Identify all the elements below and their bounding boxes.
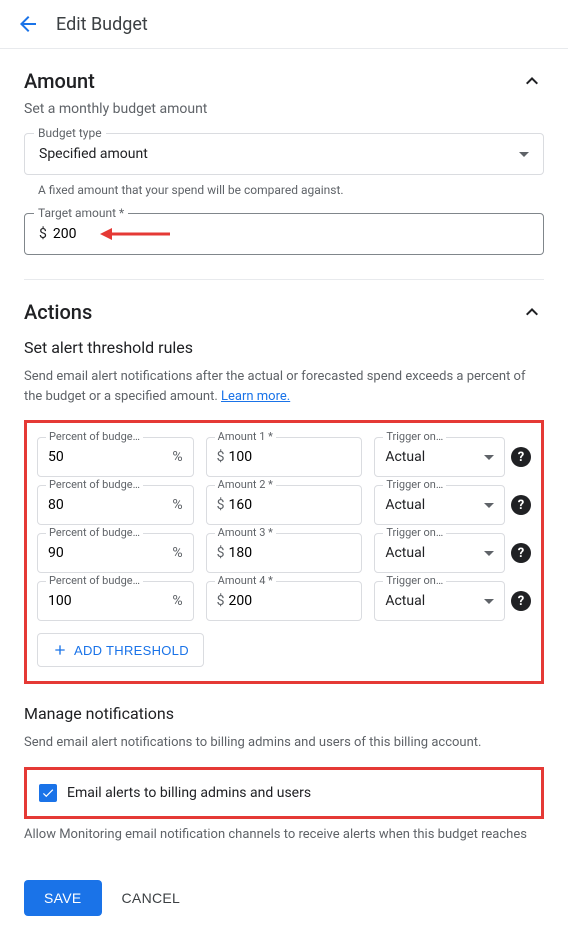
help-icon[interactable]: ? bbox=[511, 495, 531, 515]
currency-prefix: $ bbox=[217, 449, 225, 465]
help-icon[interactable]: ? bbox=[511, 543, 531, 563]
footer-actions: SAVE CANCEL bbox=[0, 864, 568, 932]
chevron-up-icon[interactable] bbox=[520, 69, 544, 93]
trigger-label: Trigger on… bbox=[383, 574, 446, 587]
currency-prefix: $ bbox=[217, 545, 225, 561]
save-button[interactable]: SAVE bbox=[24, 880, 102, 916]
trigger-label: Trigger on… bbox=[383, 430, 446, 443]
target-amount-input[interactable] bbox=[53, 226, 529, 242]
budget-type-helper: A fixed amount that your spend will be c… bbox=[24, 183, 544, 197]
budget-type-value: Specified amount bbox=[39, 146, 148, 162]
amount-subtitle: Set a monthly budget amount bbox=[24, 101, 544, 117]
threshold-grid: Percent of budge… % Amount 1 * $ Trigger … bbox=[37, 437, 531, 621]
percent-suffix: % bbox=[172, 449, 182, 465]
trigger-select[interactable]: Actual bbox=[374, 581, 505, 621]
amount-label: Amount 2 * bbox=[215, 478, 276, 491]
page-header: Edit Budget bbox=[0, 0, 568, 49]
percent-label: Percent of budge… bbox=[46, 526, 143, 539]
budget-type-field[interactable]: Budget type Specified amount bbox=[24, 133, 544, 175]
percent-field[interactable]: Percent of budge… % bbox=[37, 485, 194, 525]
email-alerts-checkbox-row[interactable]: Email alerts to billing admins and users bbox=[33, 774, 535, 812]
amount-label: Amount 4 * bbox=[215, 574, 276, 587]
amount-field[interactable]: Amount 4 * $ bbox=[206, 581, 363, 621]
page-title: Edit Budget bbox=[56, 14, 148, 35]
percent-suffix: % bbox=[172, 545, 182, 561]
back-arrow-icon[interactable] bbox=[16, 12, 40, 36]
trigger-label: Trigger on… bbox=[383, 478, 446, 491]
trigger-cell: Trigger on… Actual ? bbox=[374, 533, 531, 573]
trigger-cell: Trigger on… Actual ? bbox=[374, 581, 531, 621]
amount-title: Amount bbox=[24, 69, 95, 93]
amount-field[interactable]: Amount 3 * $ bbox=[206, 533, 363, 573]
percent-input[interactable] bbox=[48, 545, 168, 561]
percent-suffix: % bbox=[172, 593, 182, 609]
trigger-select[interactable]: Actual bbox=[374, 437, 505, 477]
email-checkbox-annotation-box: Email alerts to billing admins and users bbox=[24, 767, 544, 819]
email-alerts-checkbox[interactable] bbox=[39, 784, 57, 802]
amount-input[interactable] bbox=[229, 545, 352, 561]
trigger-cell: Trigger on… Actual ? bbox=[374, 485, 531, 525]
amount-field[interactable]: Amount 2 * $ bbox=[206, 485, 363, 525]
percent-label: Percent of budge… bbox=[46, 430, 143, 443]
add-threshold-button[interactable]: ADD THRESHOLD bbox=[37, 633, 204, 667]
amount-section-header: Amount bbox=[24, 69, 544, 93]
plus-icon bbox=[52, 642, 68, 658]
currency-prefix: $ bbox=[217, 593, 225, 609]
percent-label: Percent of budge… bbox=[46, 478, 143, 491]
trigger-select[interactable]: Actual bbox=[374, 485, 505, 525]
percent-label: Percent of budge… bbox=[46, 574, 143, 587]
help-icon[interactable]: ? bbox=[511, 447, 531, 467]
amount-label: Amount 1 * bbox=[215, 430, 276, 443]
amount-input[interactable] bbox=[229, 593, 352, 609]
dropdown-caret-icon bbox=[484, 551, 494, 556]
amount-input[interactable] bbox=[229, 449, 352, 465]
target-amount-field[interactable]: Target amount * $ bbox=[24, 213, 544, 255]
threshold-rules-annotation-box: Percent of budge… % Amount 1 * $ Trigger … bbox=[24, 420, 544, 684]
amount-label: Amount 3 * bbox=[215, 526, 276, 539]
target-amount-label: Target amount * bbox=[34, 206, 128, 220]
threshold-title: Set alert threshold rules bbox=[24, 338, 544, 357]
amount-input[interactable] bbox=[229, 497, 352, 513]
percent-field[interactable]: Percent of budge… % bbox=[37, 533, 194, 573]
chevron-up-icon[interactable] bbox=[520, 300, 544, 324]
cancel-button[interactable]: CANCEL bbox=[122, 890, 181, 906]
actions-title: Actions bbox=[24, 300, 92, 324]
trigger-label: Trigger on… bbox=[383, 526, 446, 539]
budget-type-label: Budget type bbox=[34, 126, 106, 140]
learn-more-link[interactable]: Learn more. bbox=[221, 389, 290, 404]
trigger-select[interactable]: Actual bbox=[374, 533, 505, 573]
actions-section-header: Actions bbox=[24, 300, 544, 324]
checkmark-icon bbox=[41, 786, 55, 800]
percent-input[interactable] bbox=[48, 497, 168, 513]
percent-input[interactable] bbox=[48, 449, 168, 465]
help-icon[interactable]: ? bbox=[511, 591, 531, 611]
percent-suffix: % bbox=[172, 497, 182, 513]
dropdown-caret-icon bbox=[484, 455, 494, 460]
email-alerts-label: Email alerts to billing admins and users bbox=[67, 785, 311, 801]
dropdown-caret-icon bbox=[519, 152, 529, 157]
manage-notifications-title: Manage notifications bbox=[24, 704, 544, 723]
dropdown-caret-icon bbox=[484, 503, 494, 508]
percent-field[interactable]: Percent of budge… % bbox=[37, 581, 194, 621]
dropdown-caret-icon bbox=[484, 599, 494, 604]
currency-prefix: $ bbox=[39, 226, 47, 242]
percent-input[interactable] bbox=[48, 593, 168, 609]
monitoring-desc: Allow Monitoring email notification chan… bbox=[24, 825, 544, 845]
trigger-cell: Trigger on… Actual ? bbox=[374, 437, 531, 477]
threshold-desc: Send email alert notifications after the… bbox=[24, 367, 544, 406]
amount-field[interactable]: Amount 1 * $ bbox=[206, 437, 363, 477]
manage-notifications-desc: Send email alert notifications to billin… bbox=[24, 733, 544, 753]
section-divider bbox=[24, 279, 544, 280]
percent-field[interactable]: Percent of budge… % bbox=[37, 437, 194, 477]
currency-prefix: $ bbox=[217, 497, 225, 513]
